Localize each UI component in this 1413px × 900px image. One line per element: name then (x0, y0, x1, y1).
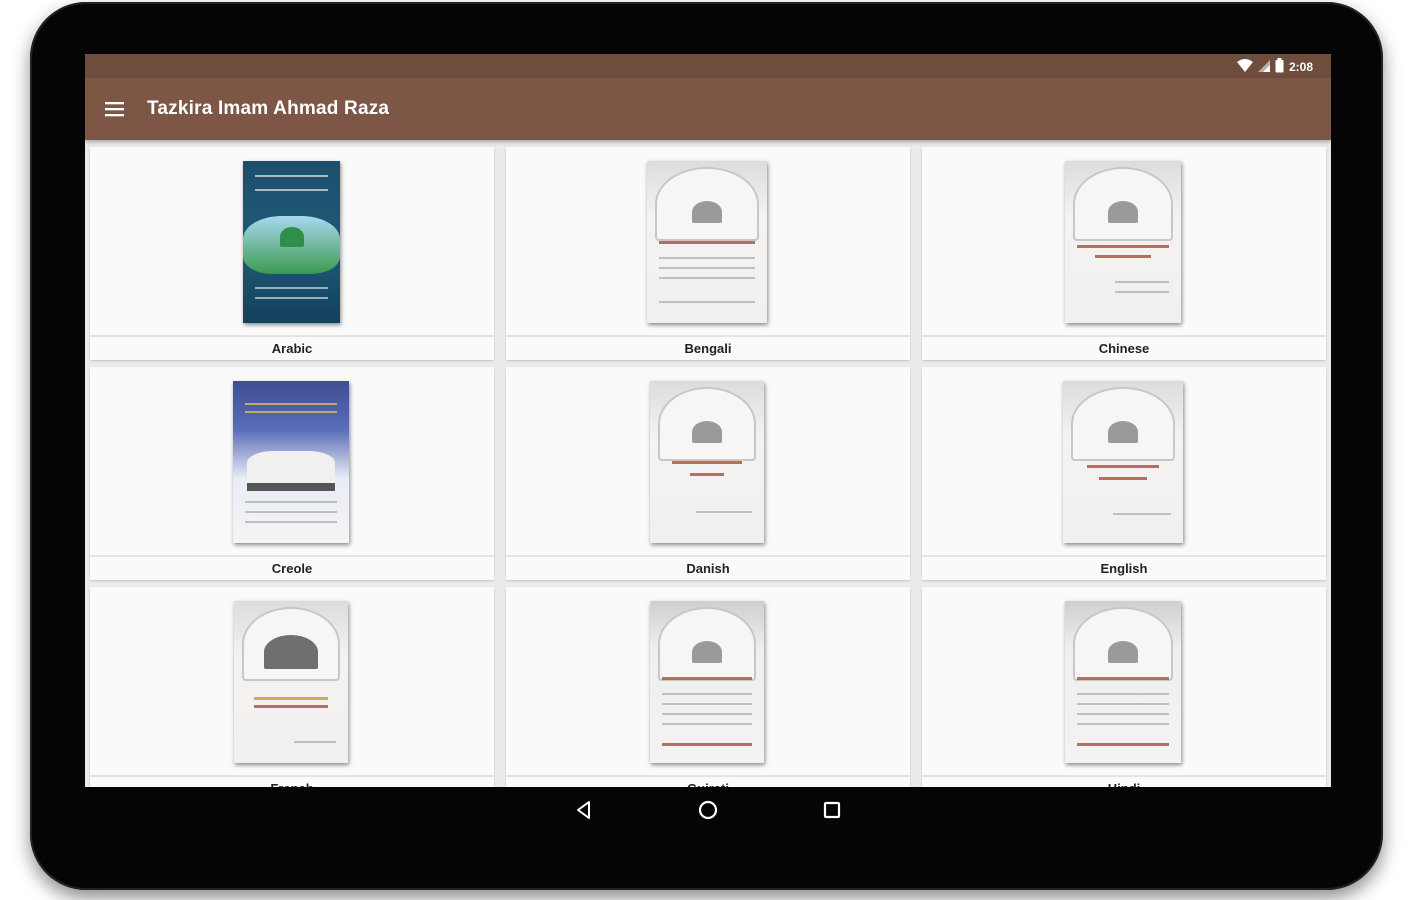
book-label: Chinese (1098, 341, 1150, 356)
book-label: French (90, 777, 494, 787)
recents-square-icon[interactable] (819, 797, 845, 823)
cover-area (90, 367, 494, 557)
book-card-danish[interactable]: Danish (506, 367, 910, 580)
signal-icon (1257, 59, 1270, 76)
book-cover-image (650, 381, 764, 543)
book-cover-image (243, 161, 340, 323)
cover-area (90, 147, 494, 337)
back-triangle-icon[interactable] (571, 797, 597, 823)
cover-area (506, 587, 910, 777)
book-card-english[interactable]: English (922, 367, 1326, 580)
app-bar: Tazkira Imam Ahmad Raza (85, 78, 1331, 140)
book-cover-image (234, 601, 348, 763)
navigation-bar (85, 787, 1331, 833)
book-label: English (1100, 561, 1148, 576)
cover-area (506, 147, 910, 337)
cover-area (90, 587, 494, 777)
book-cover-image (647, 161, 767, 323)
wifi-icon (1236, 58, 1253, 76)
book-label: Arabic (271, 341, 313, 356)
book-label: Danish (686, 561, 730, 576)
book-card-hindi[interactable]: Hindi (922, 587, 1326, 787)
cover-area (922, 367, 1326, 557)
battery-icon (1275, 58, 1284, 76)
book-cover-image (233, 381, 349, 543)
cover-area (922, 147, 1326, 337)
hamburger-menu-icon[interactable] (105, 96, 141, 122)
book-label: Gujrati (506, 777, 910, 787)
book-label: Hindi (922, 777, 1326, 787)
status-icons: 2:08 (1236, 58, 1313, 76)
status-bar: 2:08 (85, 54, 1331, 78)
cover-area (922, 587, 1326, 777)
book-label: Bengali (684, 341, 732, 356)
book-card-french[interactable]: French (90, 587, 494, 787)
book-cover-image (1065, 161, 1181, 323)
app-screen: 2:08 Tazkira Imam Ahmad Raza Arabic Beng… (85, 54, 1331, 787)
book-cover-image (650, 601, 764, 763)
book-card-chinese[interactable]: Chinese (922, 147, 1326, 360)
book-card-creole[interactable]: Creole (90, 367, 494, 580)
app-title: Tazkira Imam Ahmad Raza (147, 98, 390, 119)
book-label: Creole (271, 561, 313, 576)
home-circle-icon[interactable] (695, 797, 721, 823)
book-cover-image (1065, 601, 1181, 763)
status-time: 2:08 (1288, 60, 1313, 74)
book-cover-image (1063, 381, 1183, 543)
book-card-bengali[interactable]: Bengali (506, 147, 910, 360)
cover-area (506, 367, 910, 557)
book-card-gujrati[interactable]: Gujrati (506, 587, 910, 787)
book-card-arabic[interactable]: Arabic (90, 147, 494, 360)
